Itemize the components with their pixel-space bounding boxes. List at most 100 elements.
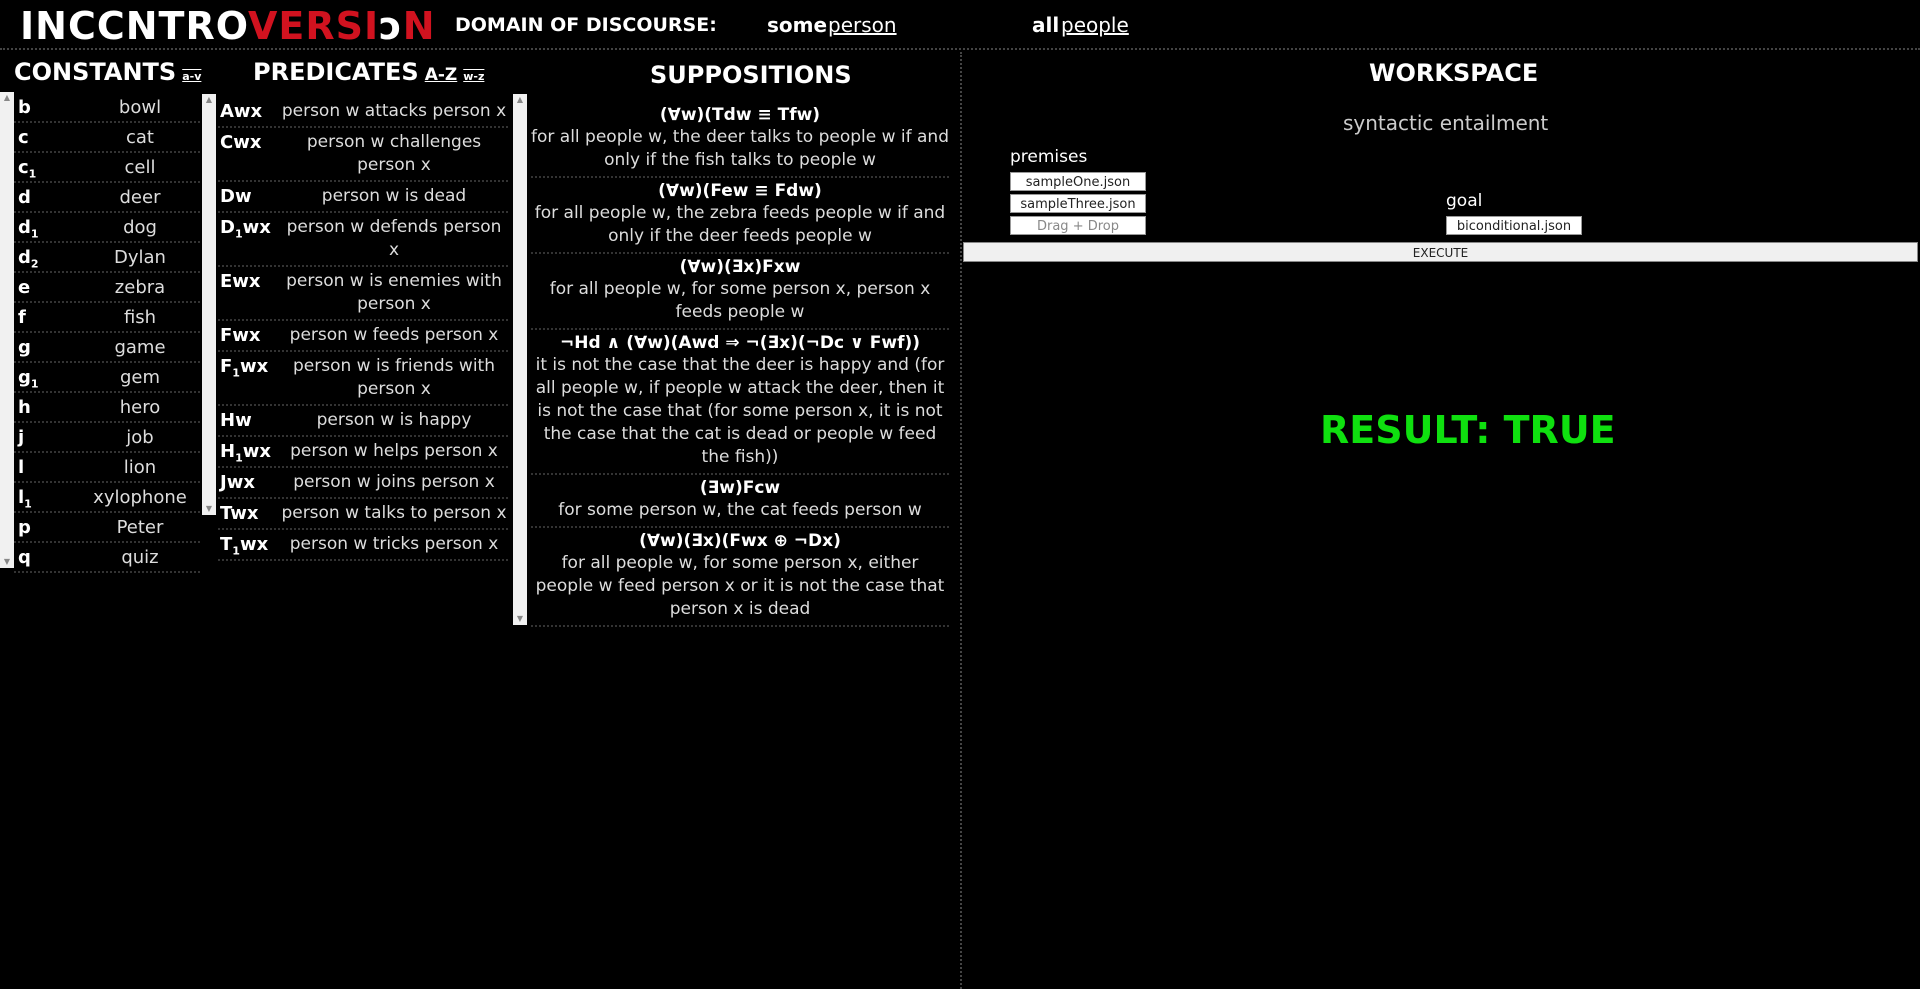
- predicate-symbol-subscript: 1: [232, 544, 240, 558]
- constant-row[interactable]: l1 xylophone: [14, 483, 200, 513]
- sort-predicates-az-button[interactable]: A-Z: [425, 65, 458, 85]
- constants-list: b bowl c cat c1 cell d deer d1 dog d2 Dylan e zebra f f…: [14, 93, 200, 573]
- predicate-meaning: person w is happy: [316, 410, 472, 430]
- predicate-symbol: Cwx: [220, 132, 261, 153]
- predicate-meaning: person w is dead: [321, 186, 467, 206]
- predicate-symbol: Fwx: [220, 325, 261, 346]
- predicate-symbol-letters: Awx: [220, 101, 263, 122]
- predicate-symbol: Jwx: [220, 472, 255, 493]
- constant-row[interactable]: f fish: [14, 303, 200, 333]
- supposition-item[interactable]: (∀w)(Ǝx)(Fwx ⊕ ¬Dx) for all people w, for…: [531, 528, 949, 627]
- supposition-formula: (Ǝw)Fcw: [699, 478, 781, 498]
- predicate-symbol-variables: wx: [239, 534, 269, 555]
- constants-title-text: CONSTANTS: [14, 58, 177, 86]
- some-label: some: [767, 13, 828, 37]
- supposition-item[interactable]: ¬Hd ∧ (∀w)(Awd ⇒ ¬(Ǝx)(¬Dc ∨ Fwf)) it is …: [531, 330, 949, 475]
- constant-meaning: lion: [123, 457, 157, 478]
- constant-row[interactable]: d2 Dylan: [14, 243, 200, 273]
- supposition-item[interactable]: (∀w)(Few ≡ Fdw) for all people w, the zeb…: [531, 178, 949, 254]
- constant-row[interactable]: g1 gem: [14, 363, 200, 393]
- predicate-symbol: Ewx: [220, 271, 261, 292]
- sort-predicates-wz-button[interactable]: w-z: [463, 70, 484, 83]
- constant-meaning: hero: [119, 397, 161, 418]
- supposition-item[interactable]: (∀w)(Ǝx)Fxw for all people w, for some pe…: [531, 254, 949, 330]
- constant-row[interactable]: q quiz: [14, 543, 200, 573]
- constant-meaning: zebra: [114, 277, 166, 298]
- sort-constants-button[interactable]: a-v: [182, 70, 201, 83]
- constant-row[interactable]: c1 cell: [14, 153, 200, 183]
- predicate-symbol-letters: H: [220, 441, 236, 462]
- predicate-symbol: Twx: [220, 503, 259, 524]
- execute-button[interactable]: EXECUTE: [963, 242, 1918, 262]
- predicate-row[interactable]: H1wx person w helps person x: [218, 437, 508, 468]
- predicate-meaning: person w is friends with person x: [292, 356, 496, 399]
- constant-row[interactable]: c cat: [14, 123, 200, 153]
- predicate-row[interactable]: Hw person w is happy: [218, 406, 508, 437]
- scroll-up-icon[interactable]: ▲: [513, 94, 527, 106]
- constant-symbol-letter: b: [18, 97, 31, 118]
- constant-row[interactable]: g game: [14, 333, 200, 363]
- constant-symbol: c1: [18, 157, 36, 181]
- predicates-title: PREDICATES A-Z w-z: [253, 58, 484, 86]
- constant-meaning: cell: [124, 157, 156, 178]
- constant-symbol-letter: d: [18, 247, 31, 268]
- constant-symbol: e: [18, 277, 30, 298]
- goal-file-button[interactable]: biconditional.json: [1446, 216, 1582, 235]
- constant-row[interactable]: d deer: [14, 183, 200, 213]
- predicate-row[interactable]: Fwx person w feeds person x: [218, 321, 508, 352]
- predicate-row[interactable]: Cwx person w challenges person x: [218, 128, 508, 182]
- predicate-row[interactable]: Twx person w talks to person x: [218, 499, 508, 530]
- predicate-symbol-variables: wx: [242, 217, 271, 238]
- entailment-mode-label[interactable]: syntactic entailment: [1343, 111, 1548, 135]
- predicate-row[interactable]: D1wx person w defends person x: [218, 213, 508, 267]
- predicate-meaning: person w talks to person x: [281, 503, 507, 523]
- some-domain-input[interactable]: person: [828, 13, 897, 37]
- predicate-row[interactable]: Jwx person w joins person x: [218, 468, 508, 499]
- constant-row[interactable]: b bowl: [14, 93, 200, 123]
- constant-symbol-letter: d: [18, 187, 31, 208]
- workspace-title: WORKSPACE: [1369, 59, 1539, 87]
- predicate-row[interactable]: Awx person w attacks person x: [218, 97, 508, 128]
- premise-drop-zone[interactable]: Drag + Drop: [1010, 216, 1146, 235]
- predicate-symbol: Dw: [220, 186, 252, 207]
- scroll-down-icon[interactable]: ▼: [202, 503, 216, 515]
- supposition-item[interactable]: (∀w)(Tdw ≡ Tfw) for all people w, the dee…: [531, 102, 949, 178]
- predicate-symbol-letters: Hw: [220, 410, 252, 431]
- constant-row[interactable]: d1 dog: [14, 213, 200, 243]
- constant-symbol: b: [18, 97, 31, 118]
- predicate-meaning: person w helps person x: [290, 441, 498, 461]
- supposition-formula: (∀w)(Ǝx)Fxw: [679, 257, 801, 277]
- predicate-row[interactable]: Dw person w is dead: [218, 182, 508, 213]
- constant-meaning: Peter: [116, 517, 164, 538]
- constant-row[interactable]: j job: [14, 423, 200, 453]
- scroll-down-icon[interactable]: ▼: [513, 613, 527, 625]
- predicates-scrollbar[interactable]: ▲ ▼: [202, 94, 216, 515]
- scroll-down-icon[interactable]: ▼: [0, 556, 14, 568]
- constant-row[interactable]: h hero: [14, 393, 200, 423]
- constant-row[interactable]: e zebra: [14, 273, 200, 303]
- predicate-symbol: D1wx: [220, 217, 271, 241]
- premise-file-button[interactable]: sampleOne.json: [1010, 172, 1146, 191]
- constant-symbol: l: [18, 457, 24, 478]
- constant-symbol: h: [18, 397, 31, 418]
- predicate-symbol-variables: wx: [239, 356, 269, 377]
- scroll-up-icon[interactable]: ▲: [202, 94, 216, 106]
- scroll-up-icon[interactable]: ▲: [0, 92, 14, 104]
- constant-meaning: bowl: [118, 97, 162, 118]
- premise-file-button[interactable]: sampleThree.json: [1010, 194, 1146, 213]
- predicate-row[interactable]: T1wx person w tricks person x: [218, 530, 508, 561]
- supposition-formula: (∀w)(Tdw ≡ Tfw): [659, 105, 821, 125]
- all-domain-input[interactable]: people: [1061, 13, 1129, 37]
- constant-row[interactable]: l lion: [14, 453, 200, 483]
- predicate-symbol-subscript: 1: [235, 451, 243, 465]
- constant-symbol: j: [18, 427, 24, 448]
- constants-scrollbar[interactable]: ▲ ▼: [0, 92, 14, 568]
- suppositions-scrollbar[interactable]: ▲ ▼: [513, 94, 527, 625]
- predicate-row[interactable]: F1wx person w is friends with person x: [218, 352, 508, 406]
- supposition-translation: it is not the case that the deer is happ…: [535, 355, 945, 467]
- predicate-row[interactable]: Ewx person w is enemies with person x: [218, 267, 508, 321]
- constant-symbol-letter: g: [18, 367, 31, 388]
- constant-row[interactable]: p Peter: [14, 513, 200, 543]
- suppositions-title: SUPPOSITIONS: [650, 61, 852, 89]
- supposition-item[interactable]: (Ǝw)Fcw for some person w, the cat feeds …: [531, 475, 949, 528]
